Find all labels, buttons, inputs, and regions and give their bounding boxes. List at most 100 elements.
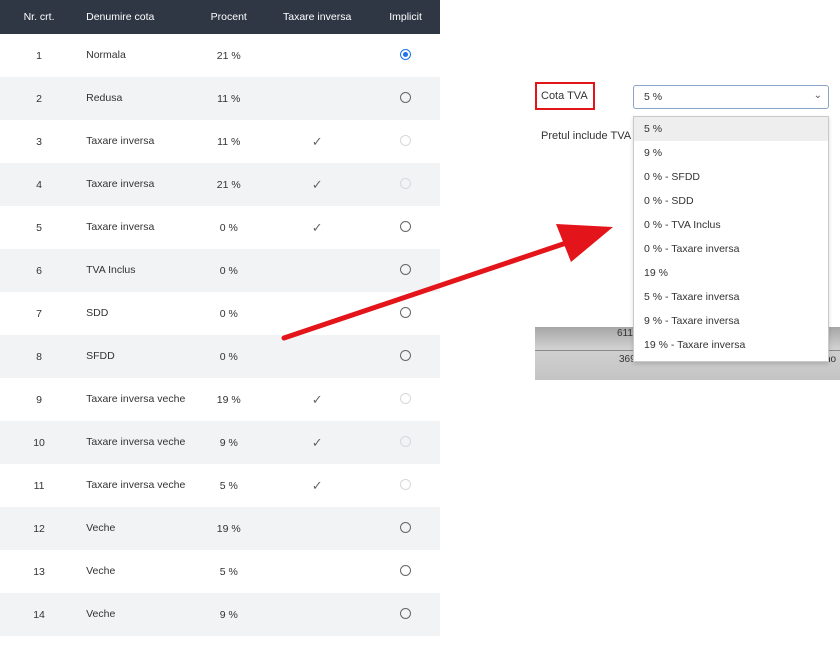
row-number: 13: [33, 565, 45, 578]
header-name: Denumire cota: [78, 0, 195, 34]
background-value: 611: [617, 328, 633, 339]
check-icon: ✓: [311, 477, 323, 493]
dropdown-option[interactable]: 19 %: [634, 261, 828, 285]
row-number: 14: [0, 593, 79, 636]
rate-percent: 21 %: [216, 49, 241, 62]
row-number: 5: [36, 221, 42, 234]
table-row: 1 Normala 21 %: [0, 34, 440, 77]
row-number: 2: [0, 77, 79, 120]
rate-name: Veche: [78, 593, 195, 636]
row-number: 9: [36, 393, 42, 406]
check-icon: ✓: [311, 176, 323, 192]
row-number: 1: [36, 49, 42, 62]
dropdown-option[interactable]: 0 % - Taxare inversa: [634, 237, 828, 261]
implicit-cell: [371, 120, 440, 163]
dropdown-option[interactable]: 9 % - Taxare inversa: [634, 309, 828, 333]
implicit-radio[interactable]: [400, 521, 412, 533]
implicit-cell: [371, 550, 440, 593]
taxare-inversa-cell: [263, 335, 372, 378]
taxare-inversa-cell: [263, 249, 372, 292]
table-header-row: Nr. crt. Denumire cota Procent Taxare in…: [0, 0, 440, 34]
dropdown-option[interactable]: 9 %: [634, 141, 828, 165]
dropdown-option[interactable]: 19 % - Taxare inversa: [634, 333, 828, 357]
row-number: 3: [36, 135, 42, 148]
taxare-inversa-cell: [263, 593, 372, 636]
implicit-radio: [400, 478, 412, 490]
rate-name: Veche: [86, 565, 116, 577]
rate-percent: 0 %: [219, 307, 238, 320]
table-row: 12 Veche 19 %: [0, 507, 440, 550]
rate-name: TVA Inclus: [78, 249, 195, 292]
cota-tva-select[interactable]: 5 % ⌄: [633, 85, 829, 109]
implicit-radio[interactable]: [400, 48, 412, 60]
table-row: 11 Taxare inversa veche 5 % ✓: [0, 464, 440, 507]
implicit-cell: [371, 292, 440, 335]
rate-name: Taxare inversa veche: [86, 393, 186, 405]
table-row: 8 SFDD 0 %: [0, 335, 440, 378]
implicit-radio[interactable]: [400, 306, 412, 318]
dropdown-option[interactable]: 0 % - TVA Inclus: [634, 213, 828, 237]
chevron-down-icon: ⌄: [813, 90, 822, 101]
table-row: 4 Taxare inversa 21 % ✓: [0, 163, 440, 206]
taxare-inversa-cell: [263, 292, 371, 335]
rate-name: Veche: [78, 507, 195, 550]
dropdown-option[interactable]: 0 % - SDD: [634, 189, 828, 213]
table-row: 10 Taxare inversa veche 9 % ✓: [0, 421, 440, 464]
rate-percent: 0 %: [219, 221, 238, 234]
rate-percent: 0 %: [194, 249, 264, 292]
row-number: 8: [0, 335, 79, 378]
header-procent: Procent: [194, 0, 264, 34]
check-icon: ✓: [311, 133, 323, 149]
rate-percent: 9 %: [194, 593, 264, 636]
implicit-radio[interactable]: [400, 349, 412, 361]
implicit-cell: [371, 507, 440, 550]
implicit-radio: [400, 134, 412, 146]
rate-percent: 11 %: [194, 77, 264, 120]
taxare-inversa-cell: ✓: [263, 421, 372, 464]
header-implicit: Implicit: [371, 0, 440, 34]
taxare-inversa-cell: [263, 77, 372, 120]
rate-name: SFDD: [78, 335, 195, 378]
implicit-cell: [371, 593, 440, 636]
taxare-inversa-cell: ✓: [263, 163, 372, 206]
rate-percent: 19 %: [194, 507, 264, 550]
table-row: 7 SDD 0 %: [0, 292, 440, 335]
rate-name: Taxare inversa: [86, 135, 155, 147]
row-number: 6: [0, 249, 79, 292]
rate-name: Taxare inversa: [86, 221, 155, 233]
table-row: 9 Taxare inversa veche 19 % ✓: [0, 378, 440, 421]
implicit-radio[interactable]: [400, 564, 412, 576]
implicit-radio[interactable]: [400, 220, 412, 232]
row-number: 11: [33, 479, 45, 492]
row-number: 7: [36, 307, 42, 320]
dropdown-option[interactable]: 5 %: [634, 117, 828, 141]
implicit-cell: [371, 206, 440, 249]
rate-percent: 11 %: [217, 135, 241, 148]
rate-percent: 21 %: [194, 163, 264, 206]
taxare-inversa-cell: ✓: [263, 464, 371, 507]
implicit-radio[interactable]: [400, 263, 412, 275]
cota-tva-label: Cota TVA: [535, 82, 595, 110]
rate-percent: 0 %: [194, 335, 264, 378]
taxare-inversa-cell: ✓: [263, 378, 371, 421]
taxare-inversa-cell: [263, 34, 371, 77]
rate-percent: 5 %: [219, 565, 238, 578]
implicit-cell: [371, 421, 440, 464]
dropdown-option[interactable]: 0 % - SFDD: [634, 165, 828, 189]
header-nr: Nr. crt.: [0, 0, 79, 34]
implicit-cell: [371, 34, 440, 77]
implicit-radio[interactable]: [400, 91, 412, 103]
implicit-cell: [371, 378, 440, 421]
taxare-inversa-cell: ✓: [263, 206, 371, 249]
select-value: 5 %: [644, 91, 663, 103]
vat-rates-table: Nr. crt. Denumire cota Procent Taxare in…: [0, 0, 440, 636]
check-icon: ✓: [311, 219, 323, 235]
check-icon: ✓: [311, 391, 323, 407]
rate-name: Redusa: [78, 77, 195, 120]
taxare-inversa-cell: [263, 507, 372, 550]
table-row: 13 Veche 5 %: [0, 550, 440, 593]
implicit-cell: [371, 249, 440, 292]
implicit-cell: [371, 77, 440, 120]
dropdown-option[interactable]: 5 % - Taxare inversa: [634, 285, 828, 309]
implicit-radio[interactable]: [400, 607, 412, 619]
